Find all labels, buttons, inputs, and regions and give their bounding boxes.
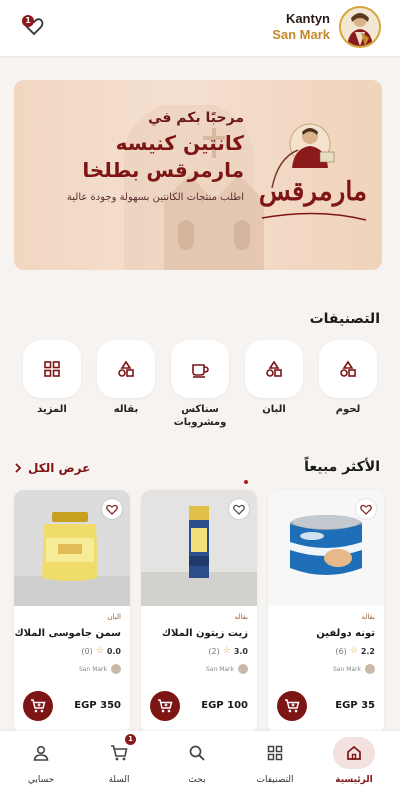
notification-badge: 1 — [22, 15, 34, 27]
rating-count: (2) — [208, 646, 220, 656]
cart-plus-icon — [31, 699, 46, 713]
product-name: تونه دولفين — [316, 628, 375, 639]
star-icon: ☆ — [349, 646, 358, 656]
app-header: Kantyn San Mark 1 — [0, 0, 400, 56]
product-category: البان — [107, 613, 121, 621]
grid-icon — [267, 745, 283, 761]
cart-icon — [111, 745, 128, 761]
product-rating: 0.0 ☆ (0) — [81, 646, 121, 656]
brand-name-line2: San Mark — [272, 27, 330, 42]
category-label: المزيد — [37, 404, 67, 415]
heart-icon — [233, 504, 245, 515]
rating-count: (0) — [81, 646, 93, 656]
banner-subtitle: اطلب منتجات الكانتين بسهولة وجودة عالية — [66, 192, 244, 203]
product-seller: San Mark — [333, 664, 375, 674]
seller-avatar — [238, 664, 248, 674]
home-icon — [347, 745, 361, 760]
star-icon: ☆ — [222, 646, 231, 656]
seller-name: San Mark — [333, 665, 361, 673]
product-card[interactable]: البان سمن جاموسى الملاك 0.0 ☆ (0) San Ma… — [14, 490, 130, 734]
search-icon — [189, 745, 205, 761]
seller-avatar — [111, 664, 121, 674]
user-icon — [33, 745, 49, 761]
product-seller: San Mark — [206, 664, 248, 674]
see-all-label: عرض الكل — [28, 461, 91, 475]
nav-label: حسابي — [27, 775, 55, 785]
category-more[interactable]: المزيد — [17, 340, 87, 416]
category-label: البان — [262, 404, 286, 415]
product-category: بقاله — [361, 613, 375, 621]
brand-name-line1: Kantyn — [285, 11, 330, 26]
nav-label: الرئيسية — [335, 775, 373, 785]
add-to-cart-button[interactable] — [23, 691, 53, 721]
nav-item-categories[interactable]: التصنيفات — [240, 731, 310, 793]
best-sellers-title: الأكثر مبيعاً — [304, 459, 380, 475]
add-to-cart-button[interactable] — [277, 691, 307, 721]
nav-item-home[interactable]: الرئيسية — [319, 731, 389, 793]
brand-name: Kantyn San Mark — [272, 11, 330, 43]
cart-badge: 1 — [125, 734, 136, 745]
rating-value: 3.0 — [233, 646, 248, 656]
product-card[interactable]: بقاله زيت زيتون الملاك 3.0 ☆ (2) San Mar… — [141, 490, 257, 734]
banner-text: مرحبًا بكم في كانتين كنيسه مارمرقس بطلخا… — [34, 110, 244, 206]
category-snacks-drinks[interactable]: سناكس ومشروبات — [165, 340, 235, 429]
category-meat[interactable]: لحوم — [313, 340, 383, 416]
product-category: بقاله — [234, 613, 248, 621]
product-rating: 2.2 ☆ (6) — [335, 646, 375, 656]
nav-item-cart[interactable]: 1 السلة — [84, 731, 154, 793]
shapes-icon — [340, 360, 356, 377]
notifications-button[interactable]: 1 — [20, 13, 46, 37]
rating-value: 0.0 — [106, 646, 121, 656]
banner-title-line1: كانتين كنيسه — [115, 131, 244, 155]
banner-welcome: مرحبًا بكم في — [148, 110, 244, 126]
heart-icon — [360, 504, 372, 515]
add-to-cart-button[interactable] — [150, 691, 180, 721]
nav-label: بحث — [188, 775, 206, 785]
favorite-button[interactable] — [229, 499, 249, 519]
favorite-button[interactable] — [102, 499, 122, 519]
seller-name: San Mark — [206, 665, 234, 673]
star-icon: ☆ — [95, 646, 104, 656]
chevron-right-icon — [15, 463, 22, 473]
category-label: بقاله — [113, 404, 139, 415]
product-name: سمن جاموسى الملاك — [14, 628, 121, 639]
product-seller: San Mark — [79, 664, 121, 674]
product-price: EGP 35 — [335, 700, 375, 711]
product-name: زيت زيتون الملاك — [161, 628, 248, 639]
category-dairy[interactable]: البان — [239, 340, 309, 416]
category-label: سناكس ومشروبات — [173, 404, 227, 428]
seller-avatar — [365, 664, 375, 674]
category-grocery[interactable]: بقاله — [91, 340, 161, 416]
product-card[interactable]: بقاله تونه دولفين 2.2 ☆ (6) San Mark EGP… — [268, 490, 384, 734]
shapes-icon — [266, 360, 282, 377]
grid-icon — [44, 361, 60, 377]
product-price: EGP 100 — [201, 700, 248, 711]
rating-count: (6) — [335, 646, 347, 656]
product-rating: 3.0 ☆ (2) — [208, 646, 248, 656]
favorite-button[interactable] — [356, 499, 376, 519]
church-logo-illustration: مارمرقس — [259, 123, 367, 221]
product-price: EGP 350 — [74, 700, 121, 711]
heart-icon — [106, 504, 118, 515]
carousel-indicator-dot — [244, 480, 248, 484]
cup-icon — [192, 364, 209, 378]
nav-label: السلة — [108, 775, 130, 785]
cart-plus-icon — [158, 699, 173, 713]
banner-logo-text: مارمرقس — [259, 177, 367, 207]
cart-plus-icon — [285, 699, 300, 713]
rating-value: 2.2 — [360, 646, 375, 656]
category-label: لحوم — [335, 404, 361, 415]
bottom-navigation: الرئيسية التصنيفات بحث 1 السلة حسابي — [0, 731, 400, 793]
nav-item-account[interactable]: حسابي — [6, 731, 76, 793]
shapes-icon — [118, 360, 134, 377]
brand-logo-avatar[interactable] — [339, 6, 381, 48]
banner-title-line2: مارمرقس بطلخا — [82, 158, 244, 182]
nav-item-search[interactable]: بحث — [162, 731, 232, 793]
nav-label: التصنيفات — [256, 775, 294, 785]
categories-title: التصنيفات — [309, 311, 380, 327]
seller-name: San Mark — [79, 665, 107, 673]
welcome-banner[interactable]: مرحبًا بكم في كانتين كنيسه مارمرقس بطلخا… — [14, 80, 382, 270]
see-all-link[interactable]: عرض الكل — [14, 461, 90, 475]
